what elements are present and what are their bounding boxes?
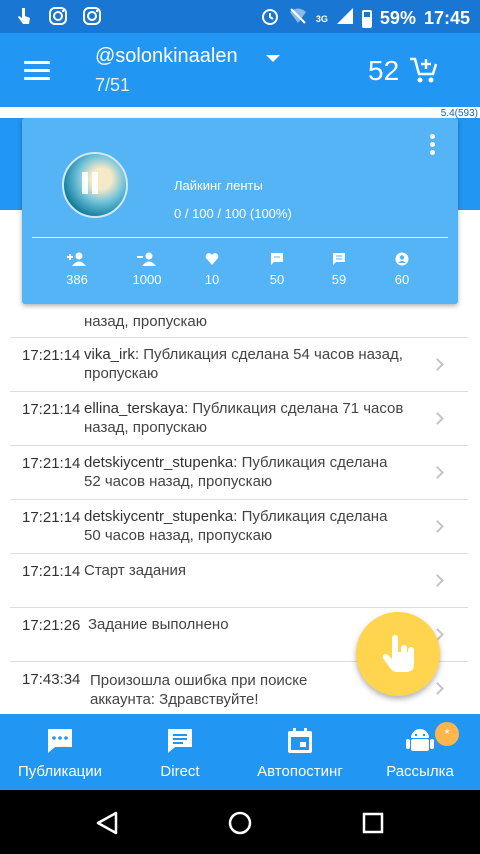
calendar-icon bbox=[288, 728, 312, 753]
chevron-right-icon bbox=[431, 520, 444, 533]
notification-badge: * bbox=[435, 722, 459, 746]
network-type-icon: 3G bbox=[315, 13, 328, 24]
profile-icon bbox=[395, 252, 409, 266]
log-row[interactable]: 17:21:14 vika_irk: Публикация сделана 54… bbox=[10, 338, 468, 392]
wifi-off-icon bbox=[288, 6, 308, 31]
nav-label: Публикации bbox=[17, 763, 103, 780]
follow-icon bbox=[67, 252, 86, 266]
log-time: 17:21:14 bbox=[22, 563, 81, 580]
log-time: 17:21:26 bbox=[22, 617, 81, 634]
stat-comments: 50 bbox=[247, 252, 307, 287]
task-card[interactable]: Лайкинг ленты 0 / 100 / 100 (100%) 386 1… bbox=[22, 118, 458, 304]
log-time: 17:21:14 bbox=[22, 347, 81, 364]
chevron-right-icon bbox=[431, 412, 444, 425]
log-row[interactable]: назад, пропускаю bbox=[10, 304, 468, 338]
nav-label: Direct bbox=[160, 763, 200, 780]
log-message: detskiycentr_stupenka: Публикация сделан… bbox=[84, 454, 388, 490]
chevron-right-icon bbox=[431, 358, 444, 371]
stat-follow-value: 386 bbox=[66, 272, 88, 287]
android-icon bbox=[406, 729, 434, 751]
log-message: detskiycentr_stupenka: Публикация сделан… bbox=[84, 508, 388, 544]
back-icon[interactable] bbox=[94, 810, 120, 836]
account-counter: 7/51 bbox=[95, 75, 131, 95]
bottom-nav: Публикации Direct Автопостинг Рассылка bbox=[0, 714, 480, 790]
log-message: назад, пропускаю bbox=[84, 313, 208, 330]
account-name[interactable]: @solonkinaalen bbox=[95, 45, 238, 68]
log-message: Произошла ошибка при поиске аккаунта: Зд… bbox=[90, 672, 308, 708]
instagram-notification-icon bbox=[48, 6, 68, 26]
touch-fab-button[interactable] bbox=[356, 612, 440, 696]
heart-icon bbox=[205, 253, 219, 265]
stat-likes-value: 10 bbox=[204, 272, 220, 287]
stat-follow: 386 bbox=[47, 252, 107, 287]
nav-label: Рассылка bbox=[386, 763, 454, 780]
log-username: detskiycentr_stupenka bbox=[84, 454, 234, 471]
direct-icon bbox=[168, 729, 192, 753]
chevron-right-icon bbox=[431, 466, 444, 479]
log-username: detskiycentr_stupenka bbox=[84, 508, 234, 525]
nav-label: Автопостинг bbox=[257, 763, 343, 780]
credits-count: 52 bbox=[368, 55, 400, 86]
log-message: vika_irk: Публикация сделана 54 часов на… bbox=[84, 346, 403, 382]
log-username: vika_irk bbox=[84, 346, 135, 363]
divider bbox=[32, 237, 448, 238]
log-message: Старт задания bbox=[84, 562, 187, 579]
more-vert-icon[interactable] bbox=[430, 134, 436, 158]
unfollow-icon bbox=[137, 252, 156, 266]
log-time: 17:43:34 bbox=[22, 671, 81, 688]
stat-profiles: 60 bbox=[372, 252, 432, 287]
signal-icon bbox=[336, 7, 354, 30]
status-bar: 3G 59% 17:45 bbox=[0, 0, 480, 33]
log-time: 17:21:14 bbox=[22, 401, 81, 418]
task-title: Лайкинг ленты bbox=[174, 178, 263, 193]
log-row[interactable]: 17:21:14 detskiycentr_stupenka: Публикац… bbox=[10, 446, 468, 500]
recents-icon[interactable] bbox=[361, 811, 385, 835]
message-icon bbox=[333, 253, 345, 265]
menu-icon[interactable] bbox=[24, 61, 50, 81]
nav-autoposting[interactable]: Автопостинг bbox=[240, 714, 360, 790]
nav-direct[interactable]: Direct bbox=[120, 714, 240, 790]
nav-publications[interactable]: Публикации bbox=[0, 714, 120, 790]
stat-likes: 10 bbox=[182, 252, 242, 287]
nav-mailing[interactable]: Рассылка bbox=[360, 714, 480, 790]
stat-profiles-value: 60 bbox=[394, 272, 410, 287]
stat-unfollow-value: 1000 bbox=[132, 272, 162, 287]
battery-percent: 59% bbox=[379, 8, 416, 28]
log-row[interactable]: 17:21:14 ellina_terskaya: Публикация сде… bbox=[10, 392, 468, 446]
publications-icon bbox=[48, 729, 72, 753]
stat-messages-value: 59 bbox=[331, 272, 347, 287]
touch-icon bbox=[382, 635, 414, 672]
alarm-icon bbox=[260, 6, 280, 31]
stat-messages: 59 bbox=[309, 252, 369, 287]
log-message: ellina_terskaya: Публикация сделана 71 ч… bbox=[84, 400, 404, 436]
account-dropdown-icon[interactable] bbox=[266, 55, 280, 62]
battery-icon bbox=[361, 9, 372, 28]
stat-unfollow: 1000 bbox=[117, 252, 177, 287]
add-to-cart-icon[interactable] bbox=[408, 55, 438, 85]
comment-icon bbox=[271, 253, 283, 265]
instagram-notification-icon-2 bbox=[82, 6, 102, 26]
touch-notification-icon bbox=[14, 6, 34, 26]
log-time: 17:21:14 bbox=[22, 509, 81, 526]
log-row[interactable]: 17:21:14 Старт задания bbox=[10, 554, 468, 608]
clock: 17:45 bbox=[423, 8, 470, 28]
log-row[interactable]: 17:21:14 detskiycentr_stupenka: Публикац… bbox=[10, 500, 468, 554]
chevron-right-icon bbox=[431, 574, 444, 587]
log-time: 17:21:14 bbox=[22, 455, 81, 472]
app-bar: @solonkinaalen 7/51 52 bbox=[0, 33, 480, 107]
system-nav-bar bbox=[0, 790, 480, 854]
pause-icon[interactable] bbox=[82, 172, 104, 194]
task-progress: 0 / 100 / 100 (100%) bbox=[174, 206, 292, 221]
home-icon[interactable] bbox=[227, 810, 253, 836]
log-username: ellina_terskaya bbox=[84, 400, 185, 417]
log-message: Задание выполнено bbox=[88, 616, 229, 633]
stat-comments-value: 50 bbox=[269, 272, 285, 287]
